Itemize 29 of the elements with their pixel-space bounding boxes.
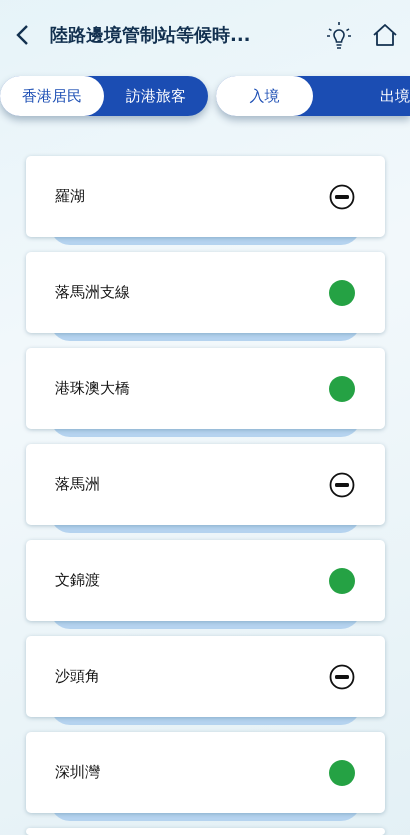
lightbulb-icon[interactable] — [326, 21, 352, 49]
toggle-option[interactable]: 出境 — [313, 76, 410, 116]
toggle-option[interactable]: 訪港旅客 — [104, 76, 208, 116]
station-card[interactable]: 深圳灣 — [26, 732, 385, 813]
status-dot — [329, 280, 355, 306]
status-dot — [329, 568, 355, 594]
station-card[interactable]: 港珠澳大橋 — [26, 348, 385, 429]
minus-circle-icon — [329, 472, 355, 498]
status-dot — [329, 760, 355, 786]
station-card[interactable]: 落馬洲 — [26, 444, 385, 525]
station-card[interactable]: 文錦渡 — [26, 540, 385, 621]
page-title: 陸路邊境管制站等候時... — [50, 24, 252, 47]
station-card[interactable]: 羅湖 — [26, 156, 385, 237]
station-card[interactable]: 沙頭角 — [26, 636, 385, 717]
station-name: 落馬洲 — [55, 475, 101, 494]
station-name: 深圳灣 — [55, 763, 101, 782]
station-name: 沙頭角 — [55, 667, 101, 686]
status-dot — [329, 376, 355, 402]
station-name: 羅湖 — [55, 187, 86, 206]
station-name: 落馬洲支線 — [55, 283, 131, 302]
minus-circle-icon — [329, 184, 355, 210]
toggle-option[interactable]: 入境 — [216, 76, 313, 116]
minus-circle-icon — [329, 664, 355, 690]
station-name: 港珠澳大橋 — [55, 379, 131, 398]
back-icon[interactable] — [14, 24, 30, 46]
station-card[interactable]: 落馬洲支線 — [26, 252, 385, 333]
toggle-option[interactable]: 香港居民 — [0, 76, 104, 116]
station-name: 文錦渡 — [55, 571, 101, 590]
home-icon[interactable] — [372, 23, 398, 47]
